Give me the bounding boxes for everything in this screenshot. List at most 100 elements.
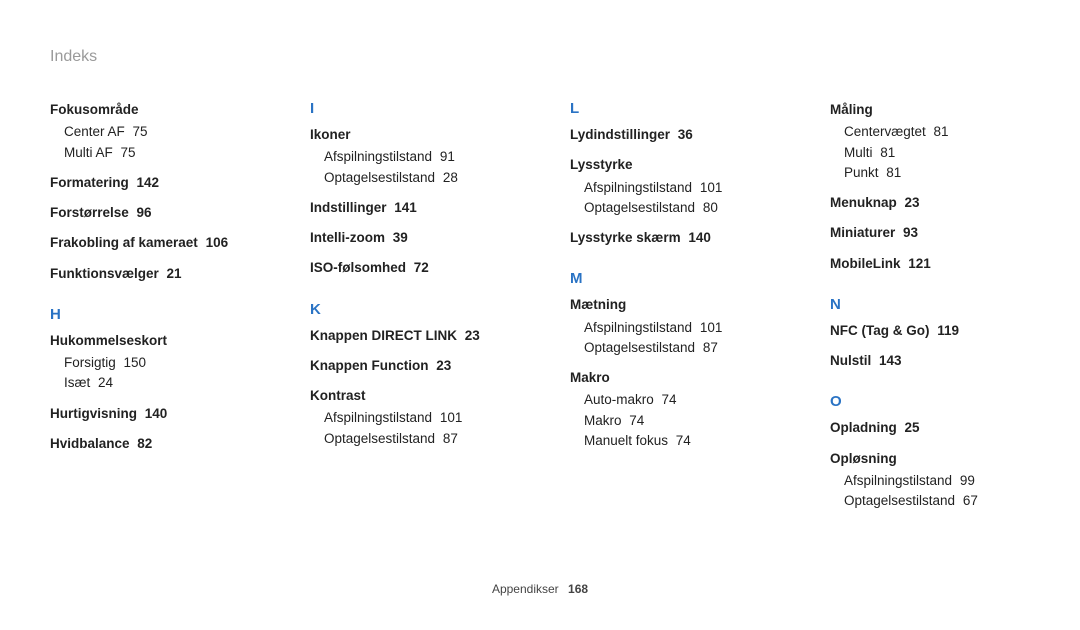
index-columns: FokusområdeCenter AF 75Multi AF 75Format… (50, 100, 1030, 521)
subentry-page: 99 (956, 473, 975, 488)
subentry-label: Makro (584, 413, 622, 428)
index-entry: MålingCentervægtet 81Multi 81Punkt 81 (830, 100, 1030, 183)
entry-label: Nulstil (830, 353, 871, 368)
index-entry: Funktionsvælger 21 (50, 264, 250, 284)
entry-label: Knappen Function (310, 358, 429, 373)
subentry-page: 80 (699, 200, 718, 215)
section-letter: H (50, 306, 250, 323)
subentry-label: Optagelsestilstand (324, 431, 435, 446)
footer-label: Appendikser (492, 582, 559, 596)
index-entry: IkonerAfspilningstilstand 91Optagelsesti… (310, 125, 510, 188)
subentry-label: Afspilningstilstand (324, 149, 432, 164)
index-entry: Lydindstillinger 36 (570, 125, 770, 145)
subentry: Makro 74 (584, 411, 770, 431)
subentry: Optagelsestilstand 87 (324, 429, 510, 449)
entry-page: 21 (163, 266, 182, 281)
subentry-page: 74 (672, 433, 691, 448)
subentry: Afspilningstilstand 101 (584, 318, 770, 338)
subentry-label: Isæt (64, 375, 90, 390)
subentry: Manuelt fokus 74 (584, 431, 770, 451)
index-entry: Nulstil 143 (830, 351, 1030, 371)
subentry-page: 101 (696, 320, 722, 335)
entry-label: Lysstyrke (570, 157, 633, 172)
subentry-label: Optagelsestilstand (584, 340, 695, 355)
index-entry: Knappen Function 23 (310, 356, 510, 376)
index-entry: KontrastAfspilningstilstand 101Optagelse… (310, 386, 510, 449)
entry-label: Menuknap (830, 195, 897, 210)
subentries: Forsigtig 150 Isæt 24 (50, 353, 250, 394)
subentry: Afspilningstilstand 101 (584, 178, 770, 198)
entry-label: Fokusområde (50, 102, 139, 117)
index-entry: Indstillinger 141 (310, 198, 510, 218)
subentry-page: 75 (129, 124, 148, 139)
index-entry: Opløsning Afspilningstilstand 99Optagelse… (830, 449, 1030, 512)
entry-page: 23 (433, 358, 452, 373)
subentry-label: Afspilningstilstand (584, 180, 692, 195)
subentry-page: 74 (626, 413, 645, 428)
entry-page: 143 (875, 353, 901, 368)
entry-page: 140 (685, 230, 711, 245)
entry-label: NFC (Tag & Go) (830, 323, 929, 338)
index-entry: MakroAuto-makro 74Makro 74Manuelt fokus … (570, 368, 770, 451)
subentry: Center AF 75 (64, 122, 250, 142)
index-entry: Frakobling af kameraet 106 (50, 233, 250, 253)
entry-label: Makro (570, 370, 610, 385)
section-letter: I (310, 100, 510, 117)
entry-label: Opladning (830, 420, 897, 435)
entry-page: 72 (410, 260, 429, 275)
subentry: Optagelsestilstand 80 (584, 198, 770, 218)
subentry-label: Auto-makro (584, 392, 654, 407)
entry-page: 23 (461, 328, 480, 343)
subentry-label: Optagelsestilstand (584, 200, 695, 215)
entry-label: Opløsning (830, 451, 897, 466)
index-entry: Intelli-zoom 39 (310, 228, 510, 248)
entry-label: MobileLink (830, 256, 901, 271)
entry-page: 36 (674, 127, 693, 142)
subentry: Punkt 81 (844, 163, 1030, 183)
column-3: LLydindstillinger 36LysstyrkeAfspilnings… (570, 100, 770, 521)
subentry-page: 81 (877, 145, 896, 160)
entry-page: 121 (905, 256, 931, 271)
entry-page: 96 (133, 205, 152, 220)
entry-page: 141 (391, 200, 417, 215)
subentry: Afspilningstilstand 101 (324, 408, 510, 428)
entry-label: Lydindstillinger (570, 127, 670, 142)
subentry: Optagelsestilstand 87 (584, 338, 770, 358)
subentry-label: Punkt (844, 165, 879, 180)
entry-page: 142 (133, 175, 159, 190)
subentry-page: 67 (959, 493, 978, 508)
subentry: Centervægtet 81 (844, 122, 1030, 142)
subentry-page: 81 (883, 165, 902, 180)
section-letter: N (830, 296, 1030, 313)
subentry-label: Centervægtet (844, 124, 926, 139)
section-letter: O (830, 393, 1030, 410)
entry-label: Måling (830, 102, 873, 117)
subentry: Forsigtig 150 (64, 353, 250, 373)
entry-label: Hvidbalance (50, 436, 130, 451)
subentry-label: Manuelt fokus (584, 433, 668, 448)
index-entry: NFC (Tag & Go) 119 (830, 321, 1030, 341)
subentry-page: 75 (117, 145, 136, 160)
subentry-page: 81 (930, 124, 949, 139)
entry-label: Lysstyrke skærm (570, 230, 681, 245)
subentry-page: 101 (436, 410, 462, 425)
footer-page: 168 (568, 582, 588, 596)
entry-page: 25 (901, 420, 920, 435)
subentry: Optagelsestilstand 28 (324, 168, 510, 188)
subentry-label: Multi (844, 145, 873, 160)
entry-label: Indstillinger (310, 200, 387, 215)
entry-label: Knappen DIRECT LINK (310, 328, 457, 343)
subentries: Afspilningstilstand 99Optagelsestilstand… (830, 471, 1030, 512)
column-1: FokusområdeCenter AF 75Multi AF 75Format… (50, 100, 250, 521)
index-entry: Formatering 142 (50, 173, 250, 193)
subentry-page: 24 (94, 375, 113, 390)
index-entry: ISO-følsomhed 72 (310, 258, 510, 278)
column-2: I IkonerAfspilningstilstand 91Optagelsest… (310, 100, 510, 521)
subentry-label: Optagelsestilstand (844, 493, 955, 508)
index-entry: Hurtigvisning 140 (50, 404, 250, 424)
subentries: Afspilningstilstand 101Optagelsestilstan… (310, 408, 510, 449)
index-entry: HukommelseskortForsigtig 150Isæt 24 (50, 331, 250, 394)
subentry-page: 101 (696, 180, 722, 195)
entry-label: Frakobling af kameraet (50, 235, 198, 250)
entry-label: ISO-følsomhed (310, 260, 406, 275)
